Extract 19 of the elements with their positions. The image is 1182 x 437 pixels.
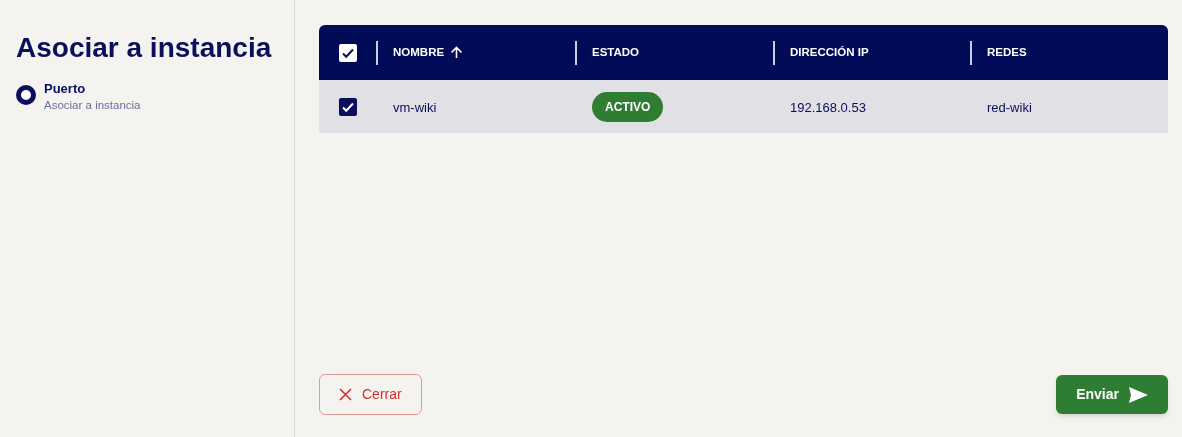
send-button[interactable]: Enviar — [1056, 375, 1168, 414]
close-icon — [339, 388, 352, 401]
checkbox[interactable] — [339, 43, 357, 62]
table-cell: 192.168.0.53 — [790, 99, 866, 115]
step-title: Puerto — [44, 81, 87, 97]
checkbox[interactable] — [339, 97, 357, 116]
column-header[interactable]: REDES — [987, 43, 1027, 62]
status-badge: ACTIVO — [592, 91, 664, 122]
table-row[interactable]: vm-wiki ACTIVO 192.168.0.53 red-wiki — [319, 80, 1168, 133]
column-header[interactable]: NOMBRE — [393, 43, 445, 62]
page-title: Asociar a instancia — [16, 31, 273, 65]
arrow-up-icon[interactable] — [450, 46, 464, 59]
step-subtitle: Asociar a instancia — [44, 98, 141, 113]
column-header[interactable]: ESTADO — [592, 43, 640, 62]
table-cell: red-wiki — [987, 99, 1032, 115]
table-cell: vm-wiki — [393, 99, 437, 115]
close-button[interactable]: Cerrar — [319, 374, 422, 415]
column-header[interactable]: DIRECCIÓN IP — [790, 43, 869, 62]
send-icon — [1129, 386, 1148, 403]
